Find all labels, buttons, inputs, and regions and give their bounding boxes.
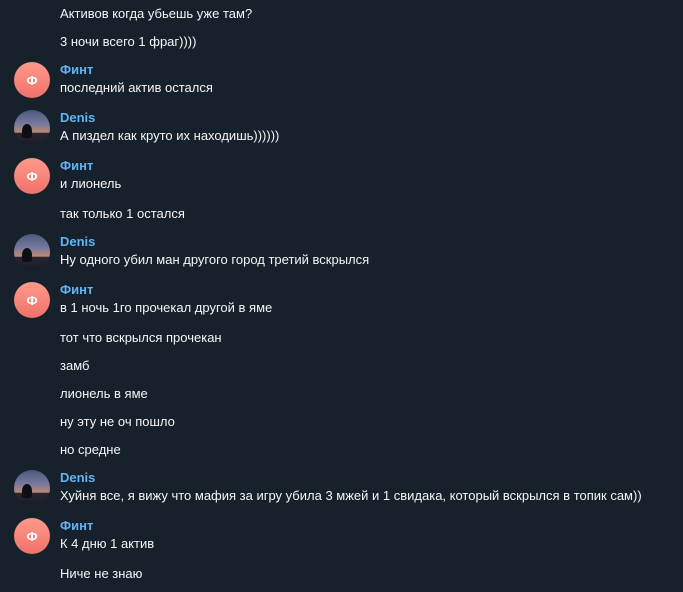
message-text: последний актив остался — [60, 80, 213, 95]
avatar-fint[interactable]: Ф — [14, 282, 50, 318]
avatar-initial: Ф — [26, 168, 38, 184]
sender-name-fint[interactable]: Финт — [60, 282, 93, 297]
avatar-fint[interactable]: Ф — [14, 62, 50, 98]
message-text: в 1 ночь 1го прочекал другой в яме — [60, 300, 273, 315]
sender-name-denis[interactable]: Denis — [60, 110, 95, 125]
message-text: ну эту не оч пошло — [60, 414, 175, 429]
avatar-initial: Ф — [26, 292, 38, 308]
avatar-fint[interactable]: Ф — [14, 158, 50, 194]
message-text: тот что вскрылся прочекан — [60, 330, 222, 345]
sender-name-denis[interactable]: Denis — [60, 470, 95, 485]
message-text: так только 1 остался — [60, 206, 185, 221]
message-text: лионель в яме — [60, 386, 148, 401]
avatar-denis[interactable] — [14, 110, 50, 146]
message-text: Хуйня все, я вижу что мафия за игру убил… — [60, 488, 642, 503]
avatar-denis[interactable] — [14, 234, 50, 270]
sender-name-fint[interactable]: Финт — [60, 518, 93, 533]
message-text: 3 ночи всего 1 фраг)))) — [60, 34, 197, 49]
chat-history: Активов когда убьешь уже там? 3 ночи все… — [0, 0, 683, 592]
message-text: Ниче не знаю — [60, 566, 143, 581]
message-text: замб — [60, 358, 90, 373]
sender-name-fint[interactable]: Финт — [60, 62, 93, 77]
avatar-initial: Ф — [26, 528, 38, 544]
message-text: А пиздел как круто их находишь)))))) — [60, 128, 280, 143]
message-text: К 4 дню 1 актив — [60, 536, 155, 551]
message-text: но средне — [60, 442, 121, 457]
sender-name-denis[interactable]: Denis — [60, 234, 95, 249]
message-text: Активов когда убьешь уже там? — [60, 6, 253, 21]
message-text: Ну одного убил ман другого город третий … — [60, 252, 370, 267]
avatar-denis[interactable] — [14, 470, 50, 506]
avatar-initial: Ф — [26, 72, 38, 88]
sender-name-fint[interactable]: Финт — [60, 158, 93, 173]
message-text: и лионель — [60, 176, 122, 191]
avatar-fint[interactable]: Ф — [14, 518, 50, 554]
